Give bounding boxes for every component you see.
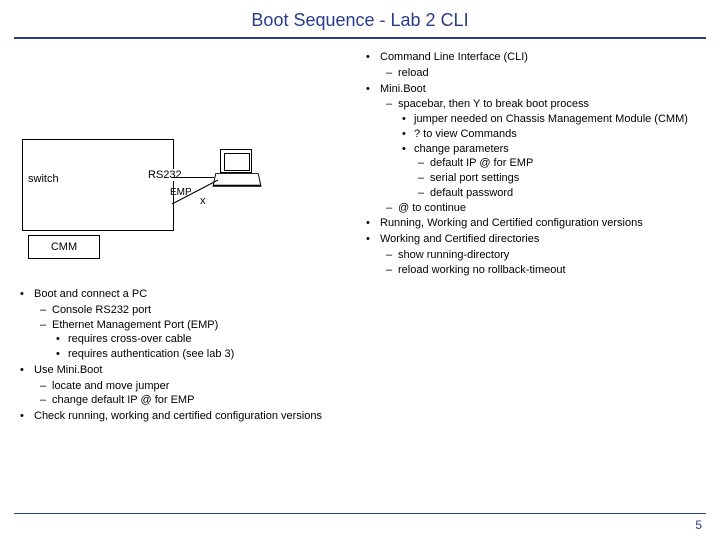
list-item: Running, Working and Certified configura… <box>360 217 706 231</box>
list-item-text: requires authentication (see lab 3) <box>68 348 234 360</box>
list-item-text: reload working no rollback-timeout <box>398 264 566 276</box>
list-item-text: default IP @ for EMP <box>430 157 533 169</box>
content-area: switch CMM RS232 EMP x Boot and connect … <box>0 39 720 426</box>
slide-title: Boot Sequence - Lab 2 CLI <box>0 0 720 37</box>
list-item-text: ? to view Commands <box>414 128 517 140</box>
list-item: Ethernet Management Port (EMP) requires c… <box>34 319 348 362</box>
list-item: Mini.Boot spacebar, then Y to break boot … <box>360 83 706 216</box>
list-item: @ to continue <box>380 202 706 216</box>
list-item-text: Mini.Boot <box>380 83 426 95</box>
list-item-text: Working and Certified directories <box>380 233 539 245</box>
list-item-text: Ethernet Management Port (EMP) <box>52 319 218 331</box>
list-item-text: Running, Working and Certified configura… <box>380 217 643 229</box>
cmm-box: CMM <box>28 235 100 259</box>
switch-label: switch <box>28 173 59 185</box>
list-item: ? to view Commands <box>398 128 706 142</box>
list-item: jumper needed on Chassis Management Modu… <box>398 113 706 127</box>
left-column: switch CMM RS232 EMP x Boot and connect … <box>14 51 354 426</box>
list-item-text: reload <box>398 67 429 79</box>
list-item: requires authentication (see lab 3) <box>52 348 348 362</box>
list-item-text: change default IP @ for EMP <box>52 394 194 406</box>
right-bullets: Command Line Interface (CLI) reload Mini.B… <box>354 51 706 426</box>
list-item-text: Check running, working and certified con… <box>34 410 322 422</box>
list-item: show running-directory <box>380 249 706 263</box>
list-item-text: serial port settings <box>430 172 519 184</box>
list-item: Boot and connect a PC Console RS232 port E… <box>14 288 348 362</box>
list-item: locate and move jumper <box>34 380 348 394</box>
laptop-icon <box>214 149 260 189</box>
list-item: Command Line Interface (CLI) reload <box>360 51 706 81</box>
list-item-text: show running-directory <box>398 249 509 261</box>
list-item: reload <box>380 67 706 81</box>
list-item: default password <box>414 187 706 201</box>
list-item-text: requires cross-over cable <box>68 333 192 345</box>
emp-wire <box>172 204 218 232</box>
list-item-text: @ to continue <box>398 202 466 214</box>
list-item-text: default password <box>430 187 513 199</box>
page-number: 5 <box>695 518 702 532</box>
list-item-text: Use Mini.Boot <box>34 364 102 376</box>
list-item-text: locate and move jumper <box>52 380 169 392</box>
list-item: change default IP @ for EMP <box>34 394 348 408</box>
list-item: reload working no rollback-timeout <box>380 264 706 278</box>
list-item-text: Console RS232 port <box>52 304 151 316</box>
left-bullets: Boot and connect a PC Console RS232 port E… <box>14 288 354 424</box>
list-item-text: change parameters <box>414 143 509 155</box>
list-item: requires cross-over cable <box>52 333 348 347</box>
list-item: Working and Certified directories show ru… <box>360 233 706 277</box>
list-item-text: jumper needed on Chassis Management Modu… <box>414 113 688 125</box>
list-item: Console RS232 port <box>34 304 348 318</box>
list-item-text: spacebar, then Y to break boot process <box>398 98 589 110</box>
switch-box <box>22 139 174 231</box>
list-item: Check running, working and certified con… <box>14 410 348 424</box>
list-item: Use Mini.Boot locate and move jumper chang… <box>14 364 348 408</box>
cmm-label: CMM <box>51 241 77 253</box>
footer-rule <box>14 513 706 514</box>
list-item-text: Boot and connect a PC <box>34 288 147 300</box>
list-item-text: Command Line Interface (CLI) <box>380 51 528 63</box>
list-item: serial port settings <box>414 172 706 186</box>
diagram: switch CMM RS232 EMP x <box>14 139 334 274</box>
list-item: default IP @ for EMP <box>414 157 706 171</box>
list-item: change parameters default IP @ for EMP ser… <box>398 143 706 201</box>
x-mark: x <box>200 195 206 207</box>
list-item: spacebar, then Y to break boot process ju… <box>380 98 706 200</box>
